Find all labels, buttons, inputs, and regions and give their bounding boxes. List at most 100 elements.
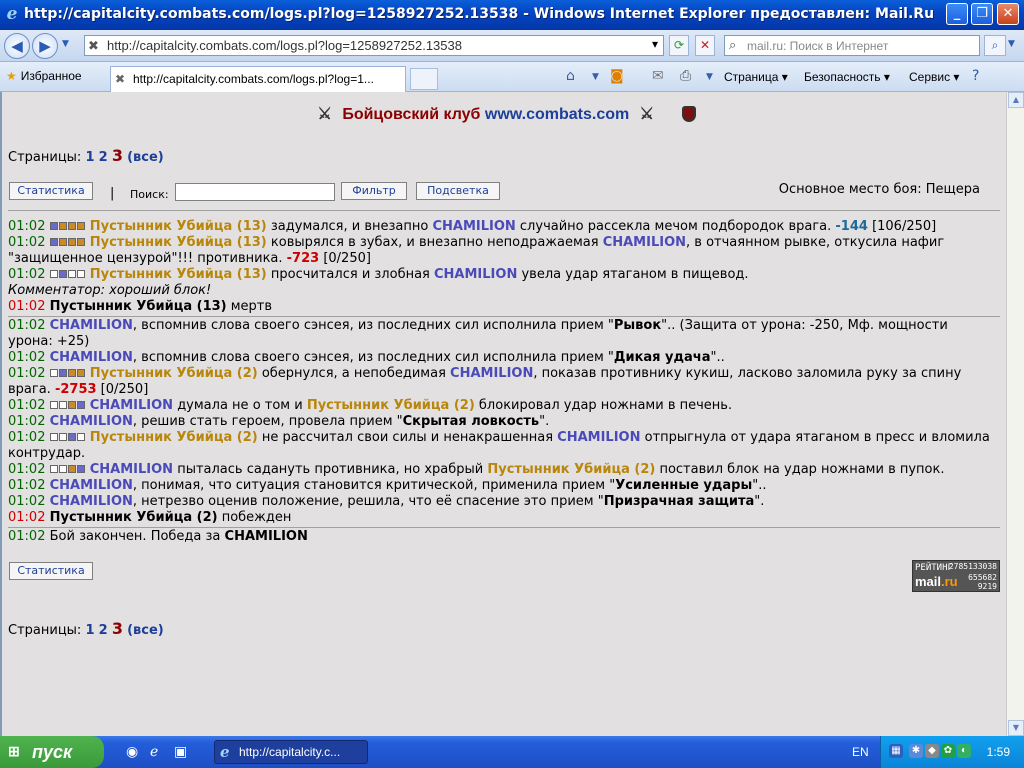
log-line: 01:02 Пустынник Убийца (13) задумался, и… xyxy=(8,219,993,235)
search-button[interactable]: ⌕ xyxy=(984,35,1006,56)
page-link-all[interactable]: (все) xyxy=(127,150,164,165)
hero-name[interactable]: CHAMILION xyxy=(50,350,133,365)
mailru-rating-counter[interactable]: РЕЙТИНГ 2785133038 mail.ru 655682 9219 xyxy=(912,560,1000,592)
search-input[interactable]: ⌕ mail.ru: Поиск в Интернет xyxy=(724,35,980,56)
tools-menu[interactable]: Сервис ▾ xyxy=(909,70,959,84)
scroll-down-icon[interactable]: ▼ xyxy=(1008,720,1024,736)
hero-name[interactable]: CHAMILION xyxy=(90,462,173,477)
block-mark-icon xyxy=(58,238,67,246)
hero-name[interactable]: CHAMILION xyxy=(432,219,515,234)
quicklaunch-browser-icon[interactable]: ◉ xyxy=(126,744,138,760)
home-icon[interactable]: ⌂ xyxy=(566,68,575,84)
stats-button[interactable]: Статистика xyxy=(9,182,93,200)
new-tab-button[interactable] xyxy=(410,68,438,90)
icq-icon[interactable]: ✿ xyxy=(941,744,955,758)
page-link-2[interactable]: 2 xyxy=(99,150,108,165)
clock[interactable]: 1:59 xyxy=(987,745,1010,759)
hero-name[interactable]: CHAMILION xyxy=(50,478,133,493)
enemy-name[interactable]: Пустынник Убийца (13) xyxy=(90,219,267,234)
page-link-all[interactable]: (все) xyxy=(127,623,164,638)
print-dropdown-icon[interactable]: ▼ xyxy=(706,72,713,82)
feeds-icon[interactable]: ◙ xyxy=(610,68,624,84)
filter-button[interactable]: Фильтр xyxy=(341,182,407,200)
close-button[interactable]: ✕ xyxy=(997,3,1019,25)
stop-button[interactable]: ✕ xyxy=(695,35,715,56)
hero-name[interactable]: CHAMILION xyxy=(557,430,640,445)
url-dropdown-icon[interactable]: ▾ xyxy=(646,35,664,56)
url-field[interactable]: ✖ http://capitalcity.combats.com/logs.pl… xyxy=(84,35,664,56)
block-mark-icon xyxy=(58,465,67,473)
home-dropdown-icon[interactable]: ▼ xyxy=(592,72,599,82)
security-menu-label: Безопасность xyxy=(804,70,881,84)
block-mark-icon xyxy=(49,369,58,377)
site-link[interactable]: www.combats.com xyxy=(485,106,629,123)
log-time: 01:02 xyxy=(8,494,46,509)
log-time: 01:02 xyxy=(8,430,46,445)
log-time: 01:02 xyxy=(8,350,46,365)
stats-button-bottom[interactable]: Статистика xyxy=(9,562,93,580)
skill-name: Рывок xyxy=(613,318,662,333)
scroll-up-icon[interactable]: ▲ xyxy=(1008,92,1024,108)
hero-name[interactable]: CHAMILION xyxy=(434,267,517,282)
ie-logo-icon: e xyxy=(6,4,18,24)
log-text: думала не о том и xyxy=(173,398,307,413)
hero-name[interactable]: CHAMILION xyxy=(50,414,133,429)
bluetooth-icon[interactable]: ✱ xyxy=(909,744,923,758)
counter-value: 9219 xyxy=(977,582,997,591)
quicklaunch-ie-icon[interactable]: ℯ xyxy=(150,744,158,760)
url-text: http://capitalcity.combats.com/logs.pl?l… xyxy=(107,38,462,53)
enemy-name[interactable]: Пустынник Убийца (2) xyxy=(90,430,258,445)
hero-name[interactable]: CHAMILION xyxy=(603,235,686,250)
enemy-name[interactable]: Пустынник Убийца (2) xyxy=(487,462,655,477)
log-text: поставил блок на удар ножнами в пупок. xyxy=(655,462,945,477)
security-menu[interactable]: Безопасность ▾ xyxy=(804,70,890,84)
tab-favicon-icon: ✖ xyxy=(115,72,126,86)
page-link-1[interactable]: 1 xyxy=(85,623,94,638)
tray-status-icon[interactable]: ◐ xyxy=(957,744,971,758)
help-icon[interactable]: ? xyxy=(972,68,979,84)
search-options-icon[interactable]: ▼ xyxy=(1008,39,1015,49)
counter-value: 655682 xyxy=(968,573,997,582)
stop-icon: ✕ xyxy=(699,38,711,52)
page-menu[interactable]: Страница ▾ xyxy=(724,70,788,84)
log-line: 01:02 CHAMILION, вспомнив слова своего с… xyxy=(8,318,993,350)
enemy-name[interactable]: Пустынник Убийца (2) xyxy=(307,398,475,413)
log-search-input[interactable] xyxy=(175,183,335,201)
site-favicon-icon: ✖ xyxy=(88,38,99,53)
log-line: 01:02 Пустынник Убийца (13) ковырялся в … xyxy=(8,235,993,267)
log-line: 01:02 CHAMILION, понимая, что ситуация с… xyxy=(8,478,993,494)
pagination-bottom: Страницы: 1 2 3 (все) xyxy=(8,619,164,638)
network-icon[interactable]: ▦ xyxy=(889,744,903,758)
history-dropdown-icon[interactable]: ▼ xyxy=(62,39,69,49)
hero-name[interactable]: CHAMILION xyxy=(450,366,533,381)
enemy-name[interactable]: Пустынник Убийца (13) xyxy=(90,267,267,282)
hero-name[interactable]: CHAMILION xyxy=(50,494,133,509)
enemy-name[interactable]: Пустынник Убийца (13) xyxy=(90,235,267,250)
language-indicator[interactable]: EN xyxy=(852,745,869,759)
hero-name[interactable]: CHAMILION xyxy=(90,398,173,413)
winner-name[interactable]: CHAMILION xyxy=(225,529,308,544)
highlight-button[interactable]: Подсветка xyxy=(416,182,500,200)
vertical-scrollbar[interactable]: ▲ ▼ xyxy=(1006,92,1024,736)
quicklaunch-desktop-icon[interactable]: ▣ xyxy=(174,744,187,760)
maximize-button[interactable]: ❐ xyxy=(971,3,993,25)
block-mark-icon xyxy=(67,369,76,377)
log-time: 01:02 xyxy=(8,235,46,250)
refresh-button[interactable]: ⟳ xyxy=(669,35,689,56)
system-tray: ▦ ✱ ◆ ✿ ◐ 1:59 xyxy=(880,736,1024,768)
back-button[interactable]: ◀ xyxy=(4,33,30,59)
page-link-2[interactable]: 2 xyxy=(99,623,108,638)
minimize-button[interactable]: _ xyxy=(946,3,968,25)
tray-app-icon[interactable]: ◆ xyxy=(925,744,939,758)
taskbar-window-ie[interactable]: e http://capitalcity.c... xyxy=(214,740,368,764)
page-link-1[interactable]: 1 xyxy=(85,150,94,165)
mail-icon[interactable]: ✉ xyxy=(652,68,664,84)
print-icon[interactable]: ⎙ xyxy=(680,68,691,84)
hero-name[interactable]: CHAMILION xyxy=(50,318,133,333)
ie-logo-icon: e xyxy=(220,743,230,761)
forward-button[interactable]: ▶ xyxy=(32,33,58,59)
favorites-button[interactable]: ★ Избранное xyxy=(6,69,82,83)
active-tab[interactable]: ✖ http://capitalcity.combats.com/logs.pl… xyxy=(110,66,406,92)
enemy-name[interactable]: Пустынник Убийца (2) xyxy=(90,366,258,381)
start-button[interactable]: ⊞ пуск xyxy=(0,736,104,768)
